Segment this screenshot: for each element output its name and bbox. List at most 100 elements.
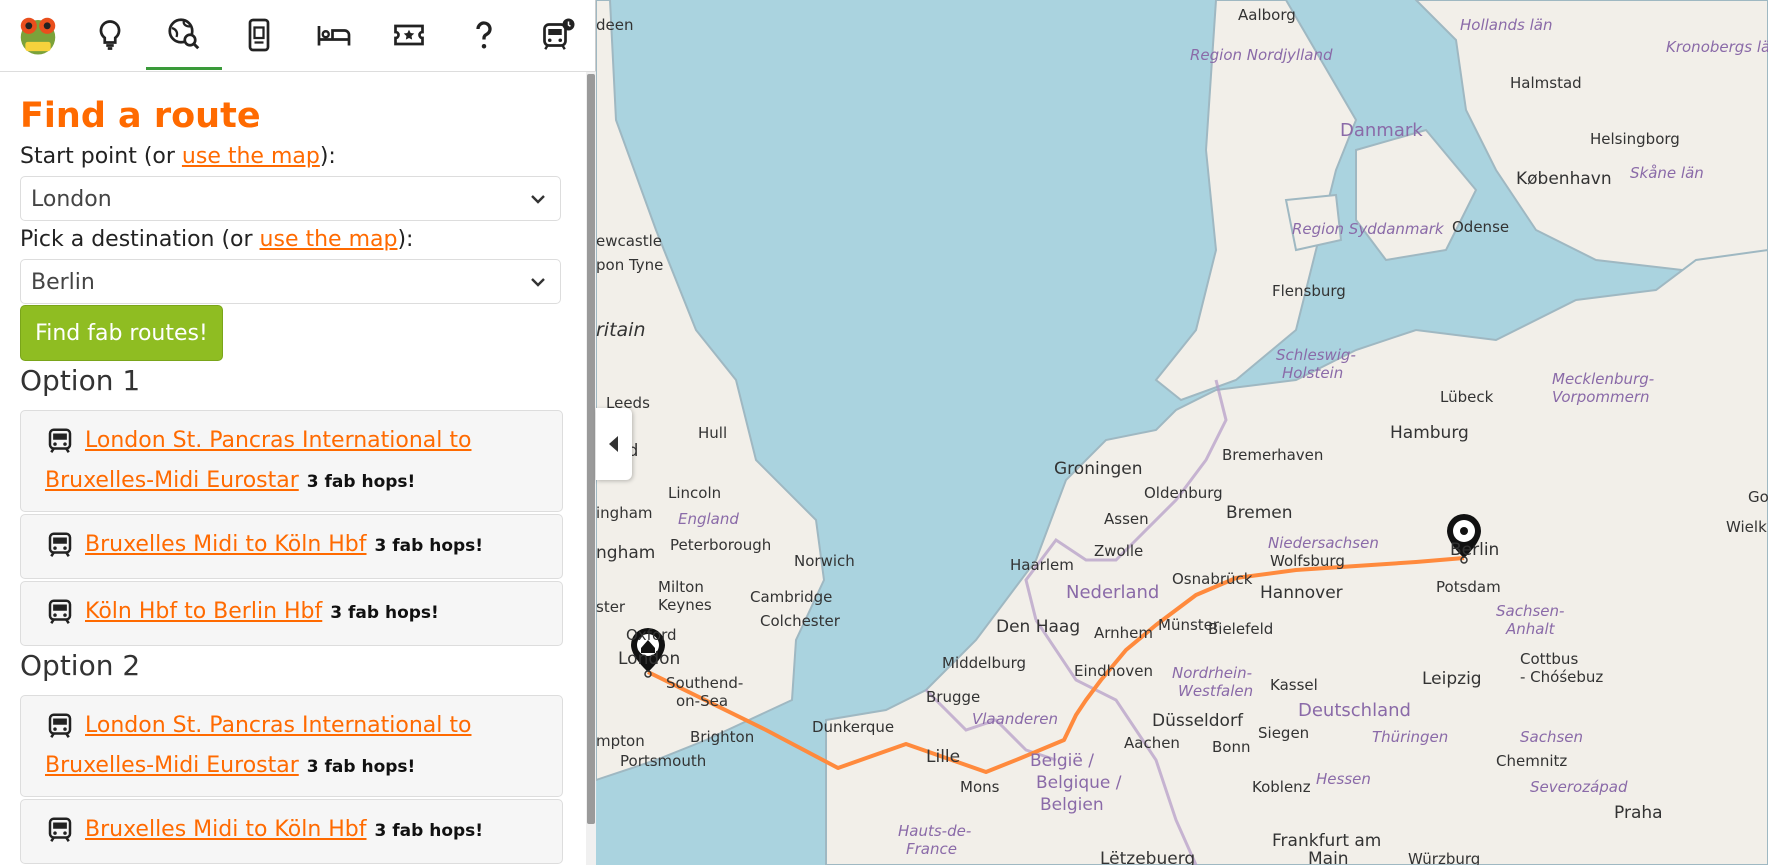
dest-label: Pick a destination (or use the map): — [20, 227, 413, 252]
map-label: Assen — [1104, 510, 1149, 528]
map-label: Holstein — [1282, 364, 1343, 382]
map-label: Severozápad — [1530, 778, 1628, 796]
map-label: Go — [1748, 488, 1768, 506]
map-label: Middelburg — [942, 654, 1026, 672]
map-label: Colchester — [760, 612, 841, 630]
map-label: Zwolle — [1094, 542, 1143, 560]
map-label: Koblenz — [1252, 778, 1311, 796]
map-label: Dunkerque — [812, 718, 894, 736]
option-2-title: Option 2 — [20, 649, 141, 682]
map-label: België / — [1030, 751, 1094, 771]
collapse-sidebar-button[interactable] — [596, 408, 632, 480]
map-label: Region Syddanmark — [1292, 220, 1445, 238]
train-icon — [48, 713, 72, 738]
map-label: Nederland — [1066, 582, 1159, 603]
map-label: Lëtzebuerg — [1100, 849, 1195, 865]
map-label: Praha — [1614, 803, 1663, 823]
top-nav — [0, 0, 596, 72]
nav-route-finder[interactable] — [146, 0, 222, 70]
nav-home[interactable] — [0, 0, 76, 70]
start-label: Start point (or use the map): — [20, 144, 336, 169]
map-label: Region Nordjylland — [1190, 46, 1333, 64]
nav-timetables[interactable] — [520, 0, 596, 70]
leg-link[interactable]: Bruxelles Midi to Köln Hbf — [85, 817, 367, 842]
caret-left-icon — [609, 436, 618, 452]
chevron-down-icon — [531, 195, 545, 204]
map-label: Cambridge — [750, 588, 832, 606]
start-use-map-link[interactable]: use the map — [182, 144, 320, 169]
start-select[interactable]: London — [20, 176, 561, 221]
leg-link[interactable]: Köln Hbf to Berlin Hbf — [85, 599, 322, 624]
map-label: Helsingborg — [1590, 130, 1680, 148]
map-canvas[interactable]: Aalborg Hollands län Kronobergs län Regi… — [596, 0, 1768, 865]
scrollbar-thumb[interactable] — [587, 74, 595, 824]
nav-experiences[interactable] — [371, 0, 447, 70]
map-label: Norwich — [794, 552, 855, 570]
chevron-down-icon — [531, 278, 545, 287]
nav-help[interactable] — [446, 0, 522, 70]
map-label: Bonn — [1212, 738, 1250, 756]
map-label: Bremen — [1226, 503, 1293, 523]
map-label: Schleswig- — [1276, 346, 1356, 364]
nav-ideas[interactable] — [72, 0, 148, 70]
dest-select[interactable]: Berlin — [20, 259, 561, 304]
map-label: Mons — [960, 778, 1000, 796]
map-label: Osnabrück — [1172, 570, 1253, 588]
option-1-leg-1: London St. Pancras International to Brux… — [20, 410, 563, 512]
map-label: Hamburg — [1390, 423, 1469, 443]
map-label: ster — [596, 598, 626, 616]
map-label: Hull — [698, 424, 727, 442]
map-label: Potsdam — [1436, 578, 1501, 596]
map-label: Leipzig — [1422, 669, 1482, 689]
map-label: France — [906, 840, 957, 858]
map-label: Westfalen — [1178, 682, 1253, 700]
nav-hotels[interactable] — [296, 0, 372, 70]
map-label: ewcastle — [596, 232, 662, 250]
dest-use-map-link[interactable]: use the map — [260, 227, 398, 252]
map-label: Hauts-de- — [898, 822, 971, 840]
map-label: Hollands län — [1460, 16, 1552, 34]
map-label: Lübeck — [1440, 388, 1494, 406]
map-label: Lincoln — [668, 484, 721, 502]
map-label: Flensburg — [1272, 282, 1346, 300]
start-select-value: London — [31, 187, 112, 212]
map-label: Danmark — [1340, 120, 1423, 141]
leg-link[interactable]: Bruxelles Midi to Köln Hbf — [85, 532, 367, 557]
find-routes-button[interactable]: Find fab routes! — [20, 305, 223, 361]
map-label: Wolfsburg — [1270, 552, 1345, 570]
hops-badge: 3 fab hops! — [306, 472, 416, 492]
map-label: - Chóśebuz — [1520, 668, 1603, 686]
map-label: Chemnitz — [1496, 752, 1567, 770]
sidebar-scrollbar[interactable] — [586, 72, 596, 865]
map-label: Den Haag — [996, 617, 1080, 637]
lightbulb-icon — [99, 20, 121, 50]
bed-icon — [317, 26, 351, 46]
map-label: mpton — [596, 732, 645, 750]
hops-badge: 3 fab hops! — [374, 536, 484, 556]
nav-tickets[interactable] — [221, 0, 297, 70]
hops-badge: 3 fab hops! — [306, 757, 416, 777]
map-label: Thüringen — [1372, 728, 1448, 746]
option-1-title: Option 1 — [20, 364, 141, 397]
dest-label-suffix: ): — [397, 227, 414, 252]
map-label: Deutschland — [1298, 700, 1411, 721]
globe-search-icon — [168, 17, 200, 49]
map-label: Bielefeld — [1208, 620, 1273, 638]
train-icon — [48, 599, 72, 624]
map-label: Hessen — [1316, 770, 1371, 788]
map-label: Wielk — [1726, 518, 1767, 536]
map-label: Portsmouth — [620, 752, 706, 770]
map-label: ngham — [596, 543, 655, 563]
map-label: Odense — [1452, 218, 1509, 236]
map-label: Oxford — [626, 626, 677, 644]
ticket-icon — [248, 18, 270, 52]
map-label: Vlaanderen — [972, 710, 1058, 728]
option-2-leg-2: Bruxelles Midi to Köln Hbf 3 fab hops! — [20, 799, 563, 864]
star-ticket-icon — [394, 24, 424, 46]
map-label: Berlin — [1450, 540, 1499, 560]
map-label: Mecklenburg- — [1552, 370, 1654, 388]
map-label: København — [1516, 169, 1612, 189]
dest-label-text: Pick a destination (or — [20, 227, 260, 252]
map-label: deen — [596, 16, 634, 34]
option-1-leg-3: Köln Hbf to Berlin Hbf 3 fab hops! — [20, 581, 563, 646]
